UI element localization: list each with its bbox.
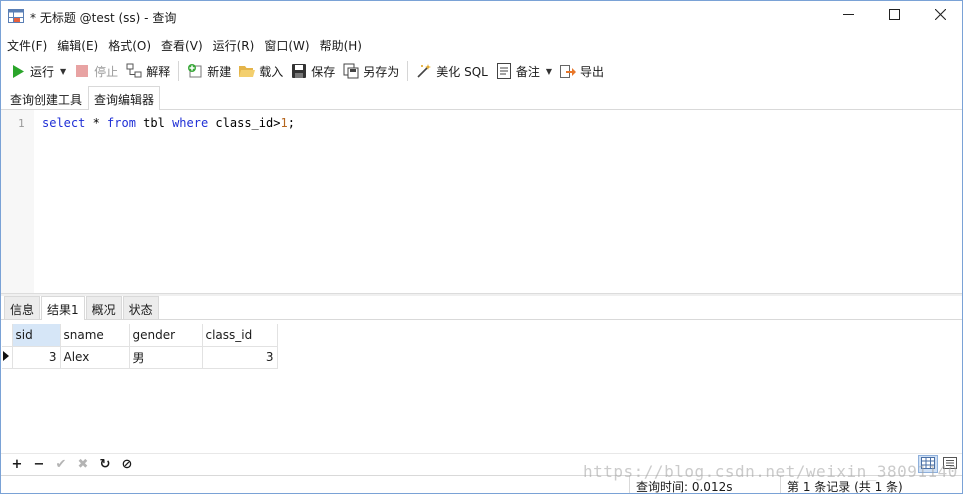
discard-changes-button[interactable]: ✖	[72, 455, 94, 475]
delete-record-button[interactable]: −	[28, 455, 50, 475]
sql-text: class_id>	[208, 116, 281, 130]
load-button[interactable]: 载入	[235, 59, 287, 83]
load-label: 载入	[259, 64, 284, 79]
save-icon	[291, 63, 307, 79]
menu-edit[interactable]: 编辑(E)	[52, 34, 103, 56]
menu-window[interactable]: 窗口(W)	[259, 34, 314, 56]
stop-button[interactable]: 停止	[70, 59, 122, 83]
column-header-class-id[interactable]: class_id	[202, 324, 278, 347]
new-query-icon	[187, 63, 203, 79]
menu-bar: 文件(F) 编辑(E) 格式(O) 查看(V) 运行(R) 窗口(W) 帮助(H…	[0, 34, 963, 56]
sql-keyword: select	[42, 116, 86, 130]
tab-status[interactable]: 状态	[122, 296, 159, 319]
refresh-button[interactable]: ↻	[94, 455, 116, 475]
close-icon	[934, 8, 946, 23]
memo-label: 备注	[515, 64, 540, 79]
explain-icon	[126, 63, 142, 79]
new-query-button[interactable]: 新建	[183, 59, 235, 83]
sql-number: 1	[280, 116, 288, 130]
apply-changes-button[interactable]: ✔	[50, 455, 72, 475]
tab-result-1[interactable]: 结果1	[41, 296, 85, 320]
run-label: 运行	[30, 64, 55, 79]
menu-file[interactable]: 文件(F)	[2, 34, 52, 56]
sql-code-line[interactable]: select * from tbl where class_id>1;	[42, 116, 295, 130]
save-as-label: 另存为	[363, 64, 400, 79]
sql-keyword: where	[172, 116, 209, 130]
folder-open-icon	[239, 63, 256, 79]
save-as-button[interactable]: 另存为	[339, 59, 403, 83]
save-label: 保存	[311, 64, 336, 79]
sql-editor[interactable]: 1 select * from tbl where class_id>1;	[0, 110, 963, 294]
sql-keyword: from	[107, 116, 136, 130]
export-label: 导出	[580, 64, 605, 79]
title-bar: * 无标题 @test (ss) - 查询	[0, 0, 963, 31]
menu-help[interactable]: 帮助(H)	[315, 34, 367, 56]
tab-query-editor[interactable]: 查询编辑器	[88, 86, 161, 110]
sql-text: tbl	[135, 116, 173, 130]
sql-text: *	[85, 116, 108, 130]
window-title: * 无标题 @test (ss) - 查询	[30, 11, 177, 25]
stop-loading-button[interactable]: ⊘	[116, 455, 138, 475]
memo-button[interactable]: 备注 ▼	[492, 59, 556, 83]
maximize-icon	[888, 9, 900, 23]
tab-info[interactable]: 信息	[4, 296, 41, 319]
tab-query-builder[interactable]: 查询创建工具	[4, 86, 88, 109]
minimize-icon	[842, 9, 854, 23]
add-record-button[interactable]: +	[6, 455, 28, 475]
maximize-button[interactable]	[871, 1, 917, 31]
editor-tab-bar: 查询创建工具 查询编辑器	[0, 86, 963, 110]
export-button[interactable]: 导出	[556, 59, 608, 83]
table-row[interactable]: 3 Alex 男 3	[2, 346, 278, 369]
cell-sid[interactable]: 3	[12, 346, 61, 369]
export-icon	[560, 63, 577, 79]
result-grid: sid sname gender class_id 3 Alex 男 3	[2, 324, 278, 369]
run-dropdown-icon[interactable]: ▼	[60, 67, 66, 76]
beautify-sql-label: 美化 SQL	[436, 64, 488, 79]
grid-header-row: sid sname gender class_id	[2, 324, 278, 347]
row-header-corner	[2, 324, 13, 347]
cell-sname[interactable]: Alex	[60, 346, 130, 369]
main-toolbar: 运行 ▼ 停止 解释 新建 载入 保存 另存为 美化 SQL 备注 ▼ 导出	[0, 58, 963, 84]
close-button[interactable]	[917, 1, 963, 31]
memo-dropdown-icon[interactable]: ▼	[546, 67, 552, 76]
result-tab-bar: 信息 结果1 概况 状态	[0, 296, 963, 320]
menu-run[interactable]: 运行(R)	[208, 34, 260, 56]
toolbar-separator	[178, 61, 180, 81]
cell-gender[interactable]: 男	[129, 346, 203, 369]
save-as-icon	[343, 63, 359, 79]
cell-class-id[interactable]: 3	[202, 346, 278, 369]
watermark-text: https://blog.csdn.net/weixin_38091140	[583, 462, 958, 481]
stop-label: 停止	[94, 64, 119, 79]
menu-format[interactable]: 格式(O)	[103, 34, 156, 56]
query-window-icon	[8, 9, 24, 23]
memo-icon	[496, 63, 512, 79]
sql-text: ;	[287, 116, 295, 130]
beautify-sql-button[interactable]: 美化 SQL	[412, 59, 492, 83]
run-button[interactable]: 运行 ▼	[6, 59, 70, 83]
play-icon	[10, 63, 26, 79]
magic-wand-icon	[416, 63, 432, 79]
new-query-label: 新建	[207, 64, 232, 79]
tab-profile[interactable]: 概况	[85, 296, 122, 319]
minimize-button[interactable]	[825, 1, 871, 31]
stop-icon	[74, 63, 90, 79]
column-header-sname[interactable]: sname	[60, 324, 130, 347]
current-row-marker-icon	[2, 346, 13, 369]
save-button[interactable]: 保存	[287, 59, 339, 83]
line-number: 1	[18, 117, 25, 130]
explain-button[interactable]: 解释	[122, 59, 174, 83]
column-header-gender[interactable]: gender	[129, 324, 203, 347]
column-header-sid[interactable]: sid	[12, 324, 61, 347]
explain-label: 解释	[146, 64, 171, 79]
menu-view[interactable]: 查看(V)	[156, 34, 208, 56]
line-number-gutter: 1	[0, 110, 34, 294]
toolbar-separator	[407, 61, 409, 81]
